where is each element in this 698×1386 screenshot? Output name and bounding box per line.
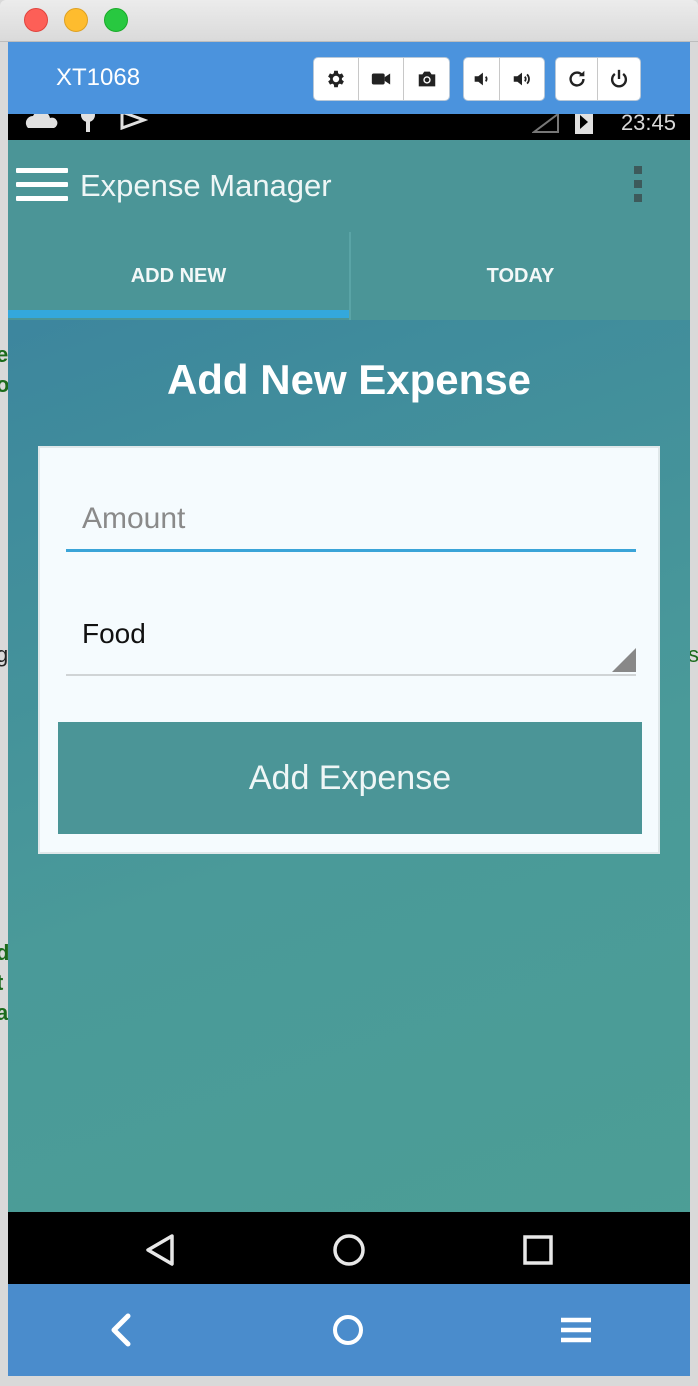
amount-input[interactable] (66, 488, 636, 552)
home-circle-icon[interactable] (331, 1232, 367, 1268)
emulator-toolbar: XT1068 (8, 42, 690, 114)
close-window-button[interactable] (24, 8, 48, 32)
android-screen: 23:45 Expense Manager ADD NEW TODAY Add … (8, 114, 690, 1284)
volume-up-button[interactable] (500, 58, 544, 100)
power-button[interactable] (598, 58, 640, 100)
tab-bar: ADD NEW TODAY (8, 232, 690, 320)
minimize-window-button[interactable] (64, 8, 88, 32)
screenshot-button[interactable] (404, 58, 449, 100)
tab-add-new[interactable]: ADD NEW (8, 232, 349, 320)
status-time: 23:45 (620, 114, 676, 135)
menu-button[interactable] (16, 168, 68, 204)
android-nav-bar (8, 1212, 690, 1284)
screen-record-button[interactable] (359, 58, 404, 100)
battery-icon (575, 114, 593, 134)
play-store-icon (120, 114, 148, 130)
tab-selected-indicator (8, 310, 349, 318)
category-dropdown[interactable]: Food (66, 608, 636, 676)
device-button-group (555, 57, 641, 101)
window-titlebar (0, 0, 698, 42)
location-pin-icon (81, 114, 95, 132)
capture-button-group (313, 57, 450, 101)
signal-icon (532, 114, 559, 133)
emulator-bottom-bar (8, 1284, 690, 1376)
overflow-menu-button[interactable] (634, 166, 644, 206)
camera-icon (418, 71, 435, 87)
back-triangle-icon[interactable] (142, 1232, 178, 1268)
menu-lines-icon[interactable] (558, 1312, 594, 1348)
app-title: Expense Manager (80, 168, 332, 203)
volume-down-icon (474, 72, 488, 86)
video-camera-icon (371, 73, 391, 85)
cloud-icon (25, 114, 58, 128)
power-icon (610, 69, 628, 88)
volume-down-button[interactable] (464, 58, 500, 100)
app-bar: Expense Manager (8, 140, 690, 232)
rotate-icon (568, 70, 585, 87)
recents-square-icon[interactable] (520, 1232, 556, 1268)
hamburger-icon (16, 168, 68, 173)
category-selected-value: Food (82, 618, 146, 649)
volume-up-icon (513, 72, 530, 86)
expense-form-card: Food Add Expense (38, 446, 660, 854)
back-chevron-icon[interactable] (104, 1312, 140, 1348)
rotate-button[interactable] (556, 58, 598, 100)
home-ring-icon[interactable] (330, 1312, 366, 1348)
status-bar: 23:45 (8, 114, 690, 140)
gear-icon (328, 70, 344, 88)
maximize-window-button[interactable] (104, 8, 128, 32)
page-title: Add New Expense (166, 356, 532, 403)
more-vert-icon (634, 166, 642, 174)
dropdown-arrow-icon (612, 648, 636, 672)
tab-today[interactable]: TODAY (349, 232, 690, 320)
settings-button[interactable] (314, 58, 359, 100)
volume-button-group (463, 57, 545, 101)
add-expense-button[interactable]: Add Expense (58, 722, 642, 834)
device-title: XT1068 (56, 64, 141, 91)
